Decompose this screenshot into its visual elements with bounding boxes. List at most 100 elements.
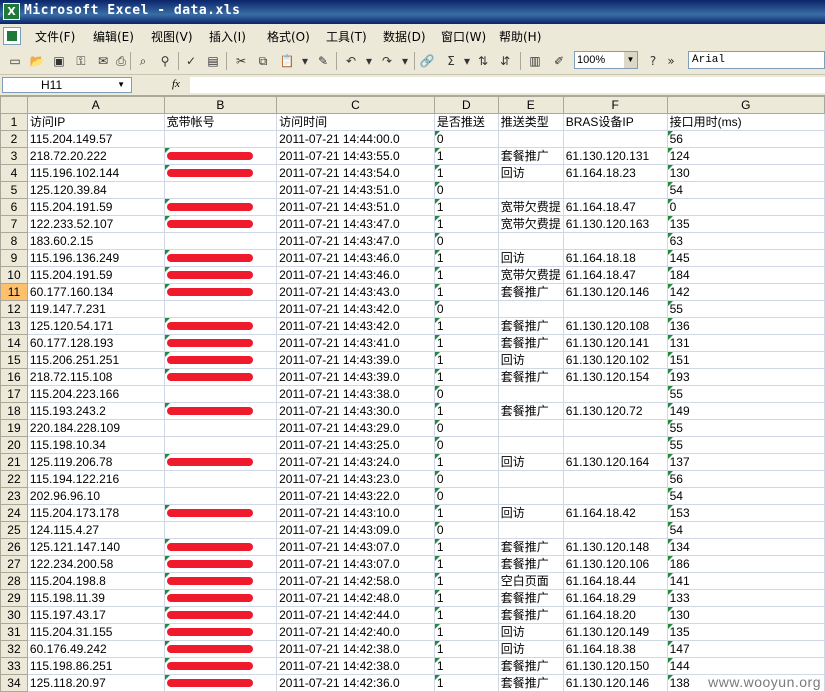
cell-f[interactable] <box>562 419 668 437</box>
cell-c[interactable]: 2011-07-21 14:42:40.0 <box>276 623 435 641</box>
cell-c[interactable]: 2011-07-21 14:42:36.0 <box>276 674 435 692</box>
cell-f[interactable]: 61.164.18.20 <box>562 606 668 624</box>
row-header[interactable]: 11 <box>0 283 28 301</box>
cell-c[interactable]: 2011-07-21 14:42:44.0 <box>276 606 435 624</box>
row-header[interactable]: 34 <box>0 674 28 692</box>
cell-g[interactable]: 133 <box>666 589 825 607</box>
row-header[interactable]: 1 <box>0 113 28 131</box>
help-icon[interactable]: ? <box>644 52 662 70</box>
cell-e[interactable] <box>497 419 564 437</box>
cell-f[interactable]: 61.164.18.47 <box>562 198 668 216</box>
cell-f[interactable]: 61.164.18.44 <box>562 572 668 590</box>
row-header[interactable]: 17 <box>0 385 28 403</box>
cell-a[interactable]: 访问IP <box>26 113 165 131</box>
cell-b[interactable] <box>163 181 278 199</box>
row-header[interactable]: 6 <box>0 198 28 216</box>
cell-d[interactable]: 1 <box>433 555 499 573</box>
cell-f[interactable] <box>562 470 668 488</box>
row-header[interactable]: 14 <box>0 334 28 352</box>
cell-c[interactable]: 2011-07-21 14:43:29.0 <box>276 419 435 437</box>
cell-g[interactable]: 130 <box>666 606 825 624</box>
cell-g[interactable]: 144 <box>666 657 825 675</box>
cell-a[interactable]: 115.198.11.39 <box>26 589 165 607</box>
cell-c[interactable]: 2011-07-21 14:43:23.0 <box>276 470 435 488</box>
cell-d[interactable]: 1 <box>433 334 499 352</box>
cell-b[interactable] <box>163 334 278 352</box>
cell-f[interactable]: 61.130.120.150 <box>562 657 668 675</box>
cell-d[interactable]: 0 <box>433 470 499 488</box>
cell-a[interactable]: 122.234.200.58 <box>26 555 165 573</box>
cell-d[interactable]: 1 <box>433 657 499 675</box>
cell-g[interactable]: 54 <box>666 487 825 505</box>
cell-c[interactable]: 2011-07-21 14:43:43.0 <box>276 283 435 301</box>
row-header[interactable]: 27 <box>0 555 28 573</box>
column-header-c[interactable]: C <box>276 96 435 114</box>
cell-d[interactable]: 1 <box>433 147 499 165</box>
cell-g[interactable]: 153 <box>666 504 825 522</box>
cell-e[interactable]: 宽带欠费提 <box>497 215 564 233</box>
sort-descending-icon[interactable]: ⇵ <box>496 52 514 70</box>
cell-g[interactable]: 55 <box>666 300 825 318</box>
cell-b[interactable] <box>163 657 278 675</box>
cell-f[interactable]: 61.130.120.102 <box>562 351 668 369</box>
permission-icon[interactable]: ⚿ <box>72 52 90 70</box>
toolbar-options-icon[interactable]: » <box>662 52 680 70</box>
row-header[interactable]: 8 <box>0 232 28 250</box>
cell-c[interactable]: 2011-07-21 14:43:55.0 <box>276 147 435 165</box>
cell-f[interactable]: 61.130.120.146 <box>562 283 668 301</box>
cell-g[interactable]: 131 <box>666 334 825 352</box>
cell-g[interactable]: 124 <box>666 147 825 165</box>
cell-c[interactable]: 2011-07-21 14:43:42.0 <box>276 300 435 318</box>
cell-e[interactable]: 回访 <box>497 164 564 182</box>
cell-b[interactable] <box>163 555 278 573</box>
cell-e[interactable] <box>497 521 564 539</box>
row-header[interactable]: 26 <box>0 538 28 556</box>
cell-e[interactable]: 回访 <box>497 249 564 267</box>
cell-a[interactable]: 115.206.251.251 <box>26 351 165 369</box>
cell-c[interactable]: 2011-07-21 14:43:54.0 <box>276 164 435 182</box>
cell-e[interactable] <box>497 130 564 148</box>
column-header-f[interactable]: F <box>562 96 668 114</box>
row-header[interactable]: 9 <box>0 249 28 267</box>
cell-e[interactable]: 回访 <box>497 504 564 522</box>
new-icon[interactable]: ▭ <box>6 52 24 70</box>
cell-d[interactable]: 1 <box>433 402 499 420</box>
formula-input[interactable] <box>190 77 825 93</box>
research-icon[interactable]: ⚲ <box>156 52 174 70</box>
undo-icon[interactable]: ↶ <box>342 52 360 70</box>
sort-ascending-icon[interactable]: ⇅ <box>474 52 492 70</box>
cell-d[interactable]: 1 <box>433 504 499 522</box>
cell-f[interactable]: 61.164.18.42 <box>562 504 668 522</box>
cell-f[interactable]: 61.130.120.106 <box>562 555 668 573</box>
cell-a[interactable]: 125.118.20.97 <box>26 674 165 692</box>
cell-c[interactable]: 2011-07-21 14:42:38.0 <box>276 657 435 675</box>
cell-d[interactable]: 1 <box>433 283 499 301</box>
column-header-e[interactable]: E <box>497 96 564 114</box>
cell-c[interactable]: 2011-07-21 14:43:22.0 <box>276 487 435 505</box>
cell-c[interactable]: 2011-07-21 14:42:58.0 <box>276 572 435 590</box>
cell-g[interactable]: 147 <box>666 640 825 658</box>
cell-a[interactable]: 115.196.102.144 <box>26 164 165 182</box>
cell-f[interactable]: 61.130.120.141 <box>562 334 668 352</box>
cell-e[interactable] <box>497 181 564 199</box>
cell-g[interactable]: 56 <box>666 130 825 148</box>
row-header[interactable]: 3 <box>0 147 28 165</box>
cell-d[interactable]: 1 <box>433 453 499 471</box>
cell-c[interactable]: 2011-07-21 14:43:39.0 <box>276 351 435 369</box>
cell-f[interactable]: 61.130.120.149 <box>562 623 668 641</box>
cell-f[interactable] <box>562 130 668 148</box>
cell-e[interactable]: 空白页面 <box>497 572 564 590</box>
cell-d[interactable]: 1 <box>433 198 499 216</box>
cell-e[interactable]: 套餐推广 <box>497 283 564 301</box>
paste-icon[interactable]: 📋 <box>278 52 296 70</box>
cell-c[interactable]: 2011-07-21 14:43:07.0 <box>276 538 435 556</box>
cell-d[interactable]: 0 <box>433 181 499 199</box>
cut-icon[interactable]: ✂ <box>232 52 250 70</box>
cell-b[interactable] <box>163 368 278 386</box>
select-all-corner[interactable] <box>0 96 28 114</box>
undo-dropdown-icon[interactable]: ▾ <box>360 52 378 70</box>
row-header[interactable]: 25 <box>0 521 28 539</box>
cell-d[interactable]: 1 <box>433 266 499 284</box>
cell-f[interactable] <box>562 487 668 505</box>
cell-e[interactable]: 套餐推广 <box>497 147 564 165</box>
